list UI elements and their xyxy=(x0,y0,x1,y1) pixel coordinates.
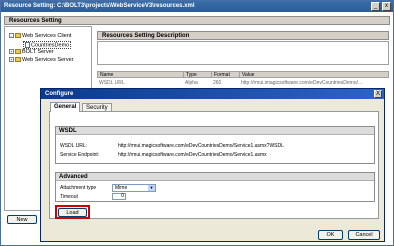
tree-item-label: Web Services Client xyxy=(22,33,72,39)
tree-item-web-services-server[interactable]: + Web Services Server xyxy=(9,57,74,63)
timeout-field[interactable]: 0 xyxy=(112,193,126,200)
column-header-value[interactable]: Value xyxy=(240,72,390,78)
tree-item-label: BOLT Server xyxy=(22,49,54,55)
expand-icon[interactable]: + xyxy=(9,57,14,63)
description-box[interactable] xyxy=(97,41,389,65)
column-header-format[interactable]: Format xyxy=(212,72,240,78)
cell-type: Alpha xyxy=(185,80,198,86)
column-header-type[interactable]: Type xyxy=(184,72,212,78)
advanced-group-header: Advanced xyxy=(56,173,374,181)
document-icon xyxy=(25,42,30,48)
tab-general[interactable]: General xyxy=(50,102,81,112)
general-tab-pane: WSDL WSDL URL: http://rmui.magicsoftware… xyxy=(49,111,379,219)
resources-setting-header: Resources Setting xyxy=(4,16,390,25)
minimize-button[interactable]: _ xyxy=(371,2,380,11)
wsdl-group-header: WSDL xyxy=(56,127,374,135)
tree-item-bolt-server[interactable]: + BOLT Server xyxy=(9,49,54,55)
timeout-label: Timeout xyxy=(60,194,78,200)
chevron-down-icon[interactable]: ▼ xyxy=(148,185,155,191)
attachment-type-value: Mime xyxy=(115,185,128,191)
wsdl-group: WSDL WSDL URL: http://rmui.magicsoftware… xyxy=(55,126,375,164)
service-endpoint-label: Service Endpoint: xyxy=(60,152,100,158)
table-row[interactable]: WSDL URL Alpha 260 http://rmui.imagicsof… xyxy=(97,79,389,87)
table-header: Name Type Format Value xyxy=(97,71,389,78)
cancel-button[interactable]: Cancel xyxy=(348,230,380,240)
dialog-close-button[interactable]: X xyxy=(374,90,382,98)
wsdl-url-label: WSDL URL: xyxy=(60,143,88,149)
dialog-title: Configure xyxy=(41,89,384,99)
tree-item-web-services-client[interactable]: - Web Services Client xyxy=(9,33,71,39)
folder-icon xyxy=(15,57,21,63)
cell-format: 260 xyxy=(213,80,222,86)
collapse-icon[interactable]: - xyxy=(9,33,14,39)
tree-item-label: CountriesDemo xyxy=(31,42,70,49)
folder-icon xyxy=(15,33,21,39)
tree-item-label: Web Services Server xyxy=(22,57,74,63)
advanced-group: Advanced Attachment type Mime ▼ Timeout … xyxy=(55,172,375,202)
wsdl-url-value: http://rmui.magicsoftware.com/eDevCountr… xyxy=(118,143,284,149)
load-button[interactable]: Load xyxy=(58,208,87,217)
attachment-type-select[interactable]: Mime ▼ xyxy=(112,184,156,192)
configure-dialog: Configure X General Security WSDL WSDL U… xyxy=(40,88,385,242)
new-button[interactable]: New xyxy=(7,215,37,224)
expand-icon[interactable]: + xyxy=(9,49,14,55)
attachment-type-label: Attachment type xyxy=(60,185,97,191)
description-header: Resources Setting Description xyxy=(97,31,389,40)
folder-icon xyxy=(15,49,21,55)
window-close-button[interactable]: x xyxy=(382,2,391,11)
service-endpoint-value: http://rmui.magicsoftware.com/eDevCountr… xyxy=(118,152,267,158)
cell-value: http://rmui.imagicsoftware.com/eDevCount… xyxy=(241,80,363,86)
column-header-name[interactable]: Name xyxy=(98,72,184,78)
cell-name: WSDL URL xyxy=(99,80,125,86)
window-title: Resource Setting: C:\BOLT3\projects\WebS… xyxy=(1,1,393,12)
ok-button[interactable]: OK xyxy=(318,230,343,240)
